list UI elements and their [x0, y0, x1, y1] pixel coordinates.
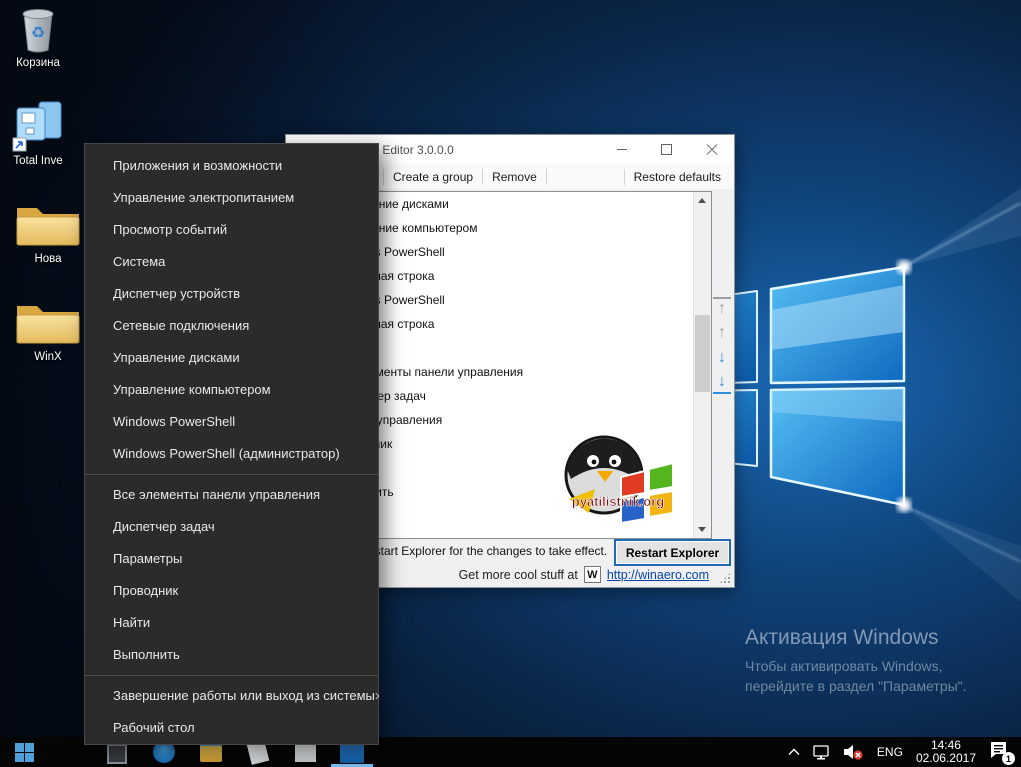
folder-icon: [14, 198, 82, 250]
activation-title: Активация Windows: [745, 626, 967, 650]
desktop-icon-folder-new[interactable]: Нова: [12, 198, 84, 266]
winx-menu-items: Приложения и возможностиУправление элект…: [85, 150, 378, 744]
menu-separator: [85, 675, 378, 676]
winx-menu-item[interactable]: Система: [85, 246, 378, 278]
tray-date: 02.06.2017: [916, 752, 976, 765]
winx-menu-item[interactable]: Управление электропитанием: [85, 182, 378, 214]
footer-text: Get more cool stuff at: [459, 568, 578, 582]
winx-menu-item-label: Диспетчер устройств: [113, 278, 240, 310]
winx-menu-item[interactable]: Завершение работы или выход из системы›: [85, 680, 378, 712]
restart-explorer-button[interactable]: Restart Explorer: [614, 539, 731, 566]
winx-menu-item-label: Управление компьютером: [113, 374, 271, 406]
winx-menu-item-label: Управление дисками: [113, 342, 240, 374]
winx-menu-item-label: Выполнить: [113, 639, 180, 671]
winx-menu-item-label: Завершение работы или выход из системы: [113, 680, 375, 712]
winx-menu-item-label: Сетевые подключения: [113, 310, 249, 342]
winx-context-menu: Приложения и возможностиУправление элект…: [84, 143, 379, 745]
winx-menu-item-label: Windows PowerShell: [113, 406, 235, 438]
system-tray: ENG 14:46 02.06.2017 1: [788, 737, 1021, 767]
close-button[interactable]: [689, 135, 734, 164]
list-scrollbar[interactable]: [693, 192, 711, 538]
move-up-icon[interactable]: ↑: [713, 322, 731, 344]
desktop-icon-label: Нова: [19, 253, 77, 266]
winx-menu-item-label: Управление электропитанием: [113, 182, 294, 214]
winaero-logo-icon: W: [584, 566, 601, 583]
recycle-bin-icon: ♻: [18, 6, 58, 54]
tray-chevron-icon[interactable]: [788, 748, 800, 756]
desktop-icon-recycle-bin[interactable]: ♻ Корзина: [6, 6, 70, 70]
winaero-link[interactable]: http://winaero.com: [607, 568, 709, 582]
winx-menu-item[interactable]: Диспетчер устройств: [85, 278, 378, 310]
winx-menu-item[interactable]: Приложения и возможности: [85, 150, 378, 182]
svg-text:♻: ♻: [31, 25, 45, 42]
winx-menu-item[interactable]: Управление дисками: [85, 342, 378, 374]
move-to-top-icon[interactable]: ↑: [713, 297, 731, 319]
clock[interactable]: 14:46 02.06.2017: [916, 739, 976, 765]
minimize-button[interactable]: [599, 135, 644, 164]
notification-badge: 1: [1002, 752, 1015, 765]
language-indicator[interactable]: ENG: [877, 745, 903, 759]
restore-defaults-button[interactable]: Restore defaults: [625, 170, 730, 184]
maximize-icon: [661, 144, 672, 155]
toolbar-separator: [546, 169, 547, 185]
windows-activation-watermark: Активация Windows Чтобы активировать Win…: [745, 626, 967, 696]
folder-icon: [14, 296, 82, 348]
winx-menu-item-label: Система: [113, 246, 165, 278]
volume-muted-icon[interactable]: [844, 744, 864, 760]
winx-menu-item-label: Диспетчер задач: [113, 511, 215, 543]
winx-menu-item-label: Все элементы панели управления: [113, 479, 320, 511]
winx-menu-item[interactable]: Управление компьютером: [85, 374, 378, 406]
desktop-icon-label: Корзина: [9, 57, 67, 70]
action-center-button[interactable]: 1: [989, 741, 1011, 763]
desktop-icon-label: Total Inve: [9, 155, 67, 168]
winx-menu-item[interactable]: Найти: [85, 607, 378, 639]
winx-menu-item[interactable]: Параметры: [85, 543, 378, 575]
white-flat-icon: [295, 743, 316, 762]
desktop-icon-label: WinX: [19, 351, 77, 364]
grey-outline-icon: [107, 744, 127, 764]
submenu-arrow-icon: ›: [375, 680, 380, 712]
yellow-folder-icon: [200, 744, 222, 762]
winx-menu-item[interactable]: Windows PowerShell (администратор): [85, 438, 378, 470]
watermark-text: pyatilistnik.org: [572, 494, 665, 509]
winx-menu-item-label: Windows PowerShell (администратор): [113, 438, 340, 470]
start-button[interactable]: [0, 737, 48, 767]
winx-menu-item-label: Рабочий стол: [113, 712, 195, 744]
move-down-icon[interactable]: ↓: [713, 347, 731, 369]
move-to-bottom-icon[interactable]: ↓: [713, 372, 731, 394]
winx-menu-item[interactable]: Выполнить: [85, 639, 378, 671]
winx-menu-item[interactable]: Рабочий стол: [85, 712, 378, 744]
winx-menu-item-label: Приложения и возможности: [113, 150, 282, 182]
desktop-icon-folder-winx[interactable]: WinX: [12, 296, 84, 364]
create-group-button[interactable]: Create a group: [384, 170, 482, 184]
desktop-icon-total-shortcut[interactable]: Total Inve: [8, 100, 68, 168]
winx-menu-item-label: Просмотр событий: [113, 214, 227, 246]
winx-menu-item-label: Параметры: [113, 543, 182, 575]
remove-button[interactable]: Remove: [483, 170, 546, 184]
winx-menu-item[interactable]: Диспетчер задач: [85, 511, 378, 543]
maximize-button[interactable]: [644, 135, 689, 164]
winx-menu-item[interactable]: Проводник: [85, 575, 378, 607]
activation-line2: перейдите в раздел "Параметры".: [745, 676, 967, 696]
close-icon: [706, 144, 718, 156]
winx-menu-item[interactable]: Windows PowerShell: [85, 406, 378, 438]
winx-menu-item[interactable]: Сетевые подключения: [85, 310, 378, 342]
winx-menu-item-label: Найти: [113, 607, 150, 639]
winx-menu-item[interactable]: Все элементы панели управления: [85, 479, 378, 511]
network-icon[interactable]: [813, 745, 831, 760]
minimize-icon: [617, 149, 627, 150]
winx-menu-item-label: Проводник: [113, 575, 178, 607]
scrollbar-thumb[interactable]: [695, 315, 710, 392]
move-buttons: ↑ ↑ ↓ ↓: [712, 297, 732, 394]
activation-line1: Чтобы активировать Windows,: [745, 656, 967, 676]
pyatilistnik-watermark: pyatilistnik.org: [559, 427, 677, 527]
menu-separator: [85, 474, 378, 475]
winx-menu-item[interactable]: Просмотр событий: [85, 214, 378, 246]
scrollbar-up-arrow[interactable]: [694, 192, 711, 209]
windows-start-icon: [15, 743, 34, 762]
desktop: { "desktop": { "icons": [ {"id": "recycl…: [0, 0, 1021, 767]
total-app-icon: [11, 100, 65, 152]
